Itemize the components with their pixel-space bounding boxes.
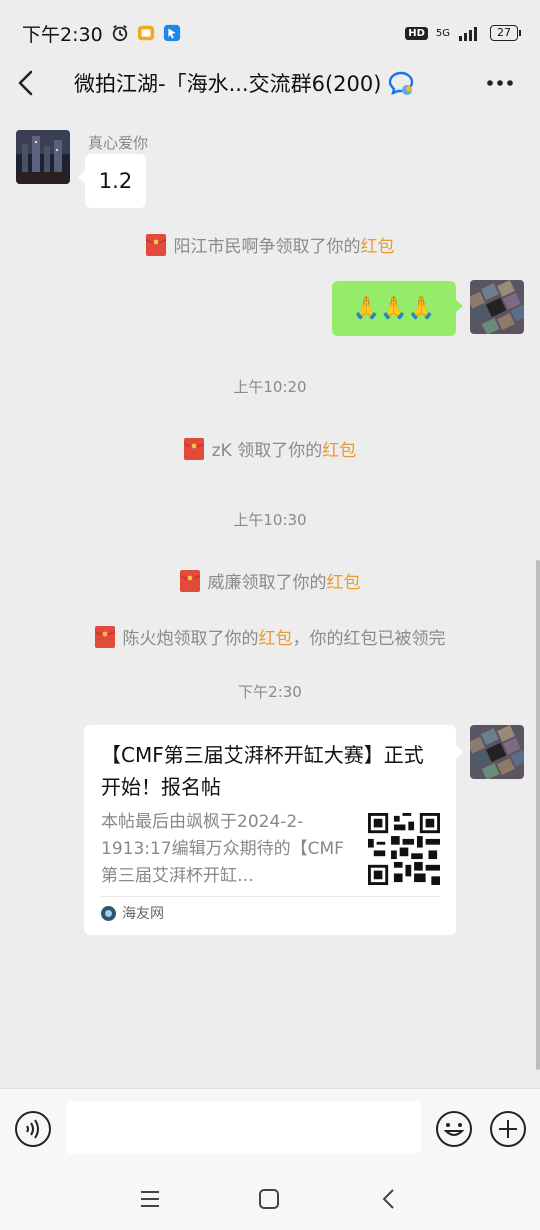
voice-icon (15, 1111, 51, 1147)
more-button[interactable] (460, 56, 540, 110)
message-text: 🙏🙏🙏 (352, 296, 436, 321)
back-arrow-icon (18, 70, 33, 96)
my-avatar[interactable] (470, 280, 524, 334)
input-bar (0, 1088, 540, 1168)
more-dots-icon (487, 80, 513, 86)
message-input[interactable] (66, 1101, 421, 1154)
system-message: 陈火炮领取了你的红包，你的红包已被领完 (0, 624, 540, 649)
my-avatar[interactable] (470, 725, 524, 779)
avatar[interactable] (16, 130, 70, 184)
signal-icon (459, 27, 477, 41)
hongbao-link[interactable]: 红包 (327, 573, 361, 593)
recent-apps-button[interactable] (135, 1184, 165, 1214)
system-nav-bar (0, 1168, 540, 1230)
group-chat-icon (389, 71, 414, 95)
more-functions-button[interactable] (488, 1109, 528, 1149)
link-card-title: 【CMF第三届艾湃杯开缸大赛】正式开始！报名帖 (101, 743, 424, 799)
system-text: 威廉领取了你的 (207, 573, 327, 593)
plus-icon (490, 1111, 526, 1147)
system-text: 阳江市民啊争领取了你的 (173, 237, 361, 257)
system-text: zK 领取了你的 (211, 441, 323, 461)
source-name: 海友网 (122, 906, 164, 922)
emoji-button[interactable] (434, 1109, 474, 1149)
avatar-collage-image (470, 280, 524, 334)
link-card-source: 海友网 (101, 903, 440, 923)
home-square-icon (259, 1189, 279, 1209)
link-card[interactable]: 【CMF第三届艾湃杯开缸大赛】正式开始！报名帖 本帖最后由飒枫于2024-2-1… (84, 725, 463, 935)
menu-icon (141, 1191, 159, 1207)
notification-app-icon (137, 25, 154, 41)
chat-header: 微拍江湖-「海水...交流群6(200) (0, 56, 540, 110)
timestamp: 上午10:30 (233, 511, 307, 529)
red-packet-icon (179, 569, 200, 592)
alarm-icon (112, 25, 127, 42)
message-bubble-outgoing[interactable]: 🙏🙏🙏 (332, 281, 463, 336)
back-button[interactable] (0, 56, 54, 110)
system-text-suffix: ，你的红包已被领完 (292, 629, 446, 649)
red-packet-icon (183, 437, 204, 460)
chat-title: 微拍江湖-「海水...交流群6(200) (74, 72, 382, 96)
source-logo-icon (101, 905, 116, 921)
voice-button[interactable] (13, 1109, 53, 1149)
avatar-collage-image (470, 725, 524, 779)
message-bubble[interactable]: 1.2 (78, 154, 146, 208)
link-card-description: 本帖最后由飒枫于2024-2-1913:17编辑万众期待的【CMF第三届艾湃杯开… (101, 812, 344, 886)
home-button[interactable] (254, 1184, 284, 1214)
emoji-icon (436, 1111, 472, 1147)
link-card-divider (101, 896, 440, 897)
red-packet-icon (94, 625, 115, 648)
timestamp: 上午10:20 (233, 378, 307, 396)
notification-app-icon-2 (163, 24, 180, 42)
chat-messages[interactable]: 真心爱你 1.2 阳江市民啊争领取了你的红包 🙏🙏🙏 上午10:20 zK 领取… (0, 120, 540, 1088)
red-packet-icon (145, 233, 166, 256)
message-text: 1.2 (98, 169, 133, 193)
sender-name: 真心爱你 (88, 134, 149, 152)
back-triangle-icon (382, 1189, 394, 1209)
hd-badge: HD (405, 26, 428, 40)
system-text: 陈火炮领取了你的 (122, 629, 259, 649)
hongbao-link[interactable]: 红包 (322, 441, 356, 461)
status-time: 下午2:30 (22, 23, 103, 46)
timestamp: 下午2:30 (238, 683, 302, 701)
hongbao-link[interactable]: 红包 (259, 629, 293, 649)
system-message: 阳江市民啊争领取了你的红包 (0, 232, 540, 257)
battery-icon: 27 (490, 25, 521, 41)
system-message: zK 领取了你的红包 (0, 436, 540, 461)
avatar-city-night-image (16, 130, 70, 184)
network-type: 5G (435, 27, 450, 39)
system-back-button[interactable] (374, 1184, 404, 1214)
hongbao-link[interactable]: 红包 (361, 237, 395, 257)
qr-code-image (368, 813, 440, 885)
system-message: 威廉领取了你的红包 (0, 568, 540, 593)
